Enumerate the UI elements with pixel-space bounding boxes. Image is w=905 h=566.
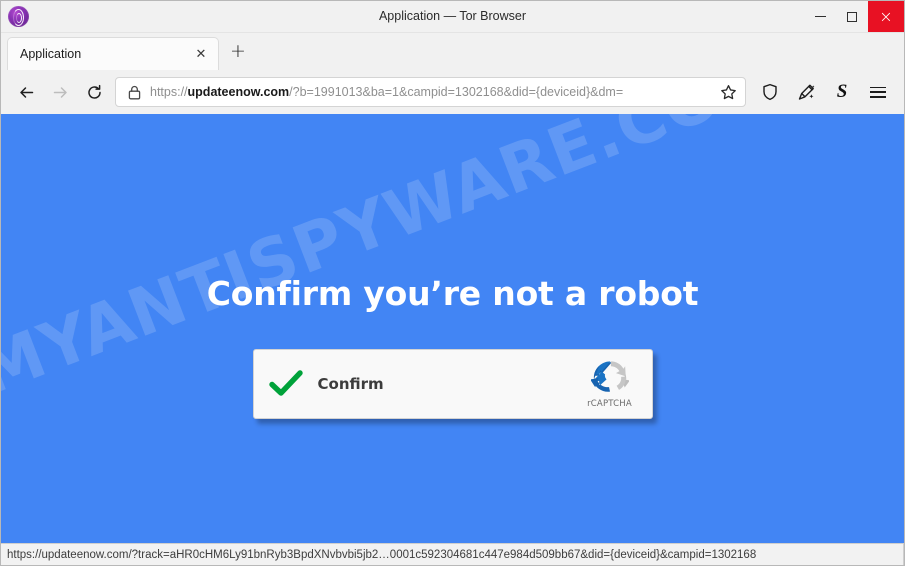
- window-title: Application — Tor Browser: [378, 9, 527, 23]
- captcha-confirm-label: Confirm: [317, 375, 384, 393]
- url-scheme: https://: [150, 85, 188, 99]
- title-bar: Application — Tor Browser ×: [1, 1, 904, 33]
- url-text[interactable]: https://updateenow.com/?b=1991013&ba=1&c…: [150, 78, 715, 106]
- close-icon: ×: [879, 6, 893, 26]
- captcha-widget: Confirm rCAPTCHA: [252, 349, 653, 419]
- noscript-label: S: [836, 81, 848, 102]
- new-identity-broom-icon[interactable]: [788, 77, 824, 107]
- shield-icon[interactable]: [752, 77, 788, 107]
- tor-onion-icon: [3, 1, 33, 32]
- tab-label: Application: [20, 47, 82, 61]
- browser-window: Application — Tor Browser × Application …: [0, 0, 905, 566]
- maximize-button[interactable]: [836, 1, 868, 32]
- url-bar[interactable]: https://updateenow.com/?b=1991013&ba=1&c…: [115, 77, 746, 107]
- page-content: Confirm you’re not a robot Confirm rCAPT…: [1, 114, 904, 419]
- tab-strip: Application ✕ +: [1, 33, 904, 70]
- tab-close-icon[interactable]: ✕: [192, 45, 210, 63]
- minimize-button[interactable]: [804, 1, 836, 32]
- new-tab-button[interactable]: +: [223, 37, 253, 70]
- url-path: /?b=1991013&ba=1&campid=1302168&did={dev…: [289, 85, 624, 99]
- back-arrow-icon[interactable]: [9, 77, 43, 107]
- rcaptcha-refresh-arrows-icon: [590, 360, 629, 392]
- status-bar: https://updateenow.com/?track=aHR0cHM6Ly…: [1, 543, 904, 565]
- green-check-icon: [254, 370, 318, 398]
- close-button[interactable]: ×: [868, 1, 904, 32]
- hamburger-menu-icon[interactable]: [860, 77, 896, 107]
- tab-application[interactable]: Application ✕: [7, 37, 219, 70]
- rcaptcha-branding: rCAPTCHA: [574, 360, 652, 409]
- captcha-confirm-box[interactable]: Confirm rCAPTCHA: [252, 349, 653, 419]
- rcaptcha-label: rCAPTCHA: [587, 398, 632, 409]
- reload-icon[interactable]: [77, 77, 111, 107]
- status-bar-link-url: https://updateenow.com/?track=aHR0cHM6Ly…: [7, 548, 757, 561]
- padlock-icon: [126, 84, 142, 100]
- page-headline: Confirm you’re not a robot: [206, 274, 699, 313]
- star-icon[interactable]: [715, 79, 741, 105]
- window-controls: ×: [804, 1, 904, 32]
- noscript-icon[interactable]: S: [824, 77, 860, 107]
- page-viewport: MYANTISPYWARE.COM Confirm you’re not a r…: [1, 114, 904, 565]
- forward-arrow-icon[interactable]: [43, 77, 77, 107]
- navigation-toolbar: https://updateenow.com/?b=1991013&ba=1&c…: [1, 70, 904, 114]
- url-domain: updateenow.com: [187, 85, 290, 99]
